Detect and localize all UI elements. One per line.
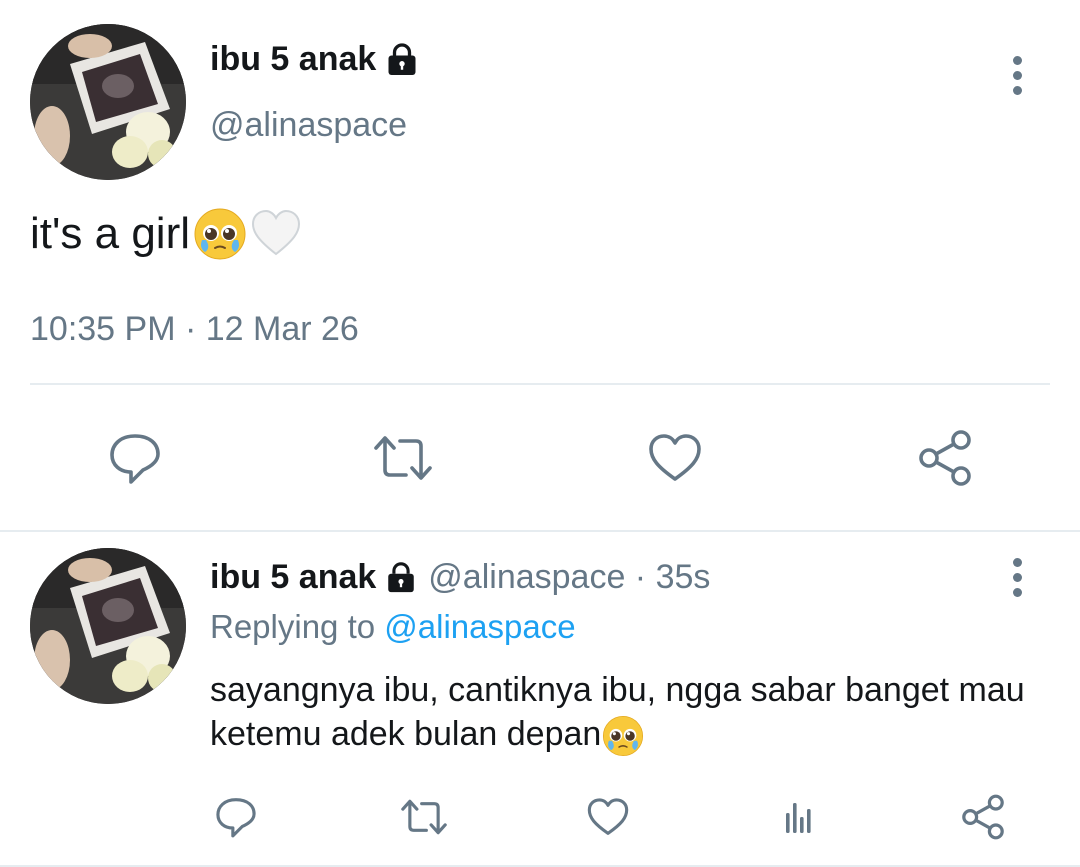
like-button[interactable] <box>640 428 710 488</box>
pleading-face-with-tears-emoji <box>194 208 246 260</box>
reply-text: sayangnya ibu, cantiknya ibu, ngga sabar… <box>210 668 1040 758</box>
replying-to-link[interactable]: @alinaspace <box>384 608 575 645</box>
reply-more-options-icon[interactable] <box>997 552 1037 602</box>
analytics-icon <box>786 803 811 833</box>
reply-author-name-text: ibu 5 anak <box>210 558 377 596</box>
divider <box>30 383 1050 385</box>
lock-icon <box>388 42 416 75</box>
retweet-button[interactable] <box>368 428 438 488</box>
reply-icon <box>216 798 256 838</box>
author-handle[interactable]: @alinaspace <box>210 106 407 145</box>
retweet-icon <box>401 799 447 835</box>
reply-icon <box>110 434 160 484</box>
tweet-text: it's a girl <box>30 206 304 262</box>
reply-share-button[interactable] <box>954 790 1012 844</box>
more-options-icon[interactable] <box>997 50 1037 100</box>
retweet-icon <box>374 436 432 480</box>
section-divider <box>0 530 1080 532</box>
reply-button[interactable] <box>100 428 170 488</box>
author-name[interactable]: ibu 5 anak <box>210 40 420 79</box>
pleading-face-with-tears-emoji <box>603 715 644 757</box>
lock-icon <box>388 561 415 592</box>
tweet-text-body: it's a girl <box>30 209 190 258</box>
reply-handle-time[interactable]: @alinaspace · 35s <box>428 558 710 597</box>
tweet-timestamp[interactable]: 10:35 PM · 12 Mar 26 <box>30 310 359 349</box>
reply-like-button[interactable] <box>580 792 636 842</box>
share-button[interactable] <box>910 426 980 490</box>
share-icon <box>919 430 971 486</box>
avatar-photo <box>30 24 186 180</box>
replying-to-line: Replying to @alinaspace <box>210 608 576 646</box>
like-icon <box>587 798 629 835</box>
reply-header: ibu 5 anak @alinaspace · 35s <box>210 558 710 597</box>
like-icon <box>649 434 701 481</box>
reply-author-name[interactable]: ibu 5 anak <box>210 558 418 597</box>
share-icon <box>962 794 1004 840</box>
reply-reply-button[interactable] <box>208 792 264 842</box>
white-heart-emoji <box>251 209 301 256</box>
replying-to-prefix: Replying to <box>210 608 376 645</box>
avatar-photo <box>30 548 186 704</box>
reply-avatar[interactable] <box>30 548 186 704</box>
author-name-text: ibu 5 anak <box>210 40 377 78</box>
reply-retweet-button[interactable] <box>394 792 454 842</box>
reply-analytics-button[interactable] <box>770 792 826 842</box>
avatar[interactable] <box>30 24 186 180</box>
